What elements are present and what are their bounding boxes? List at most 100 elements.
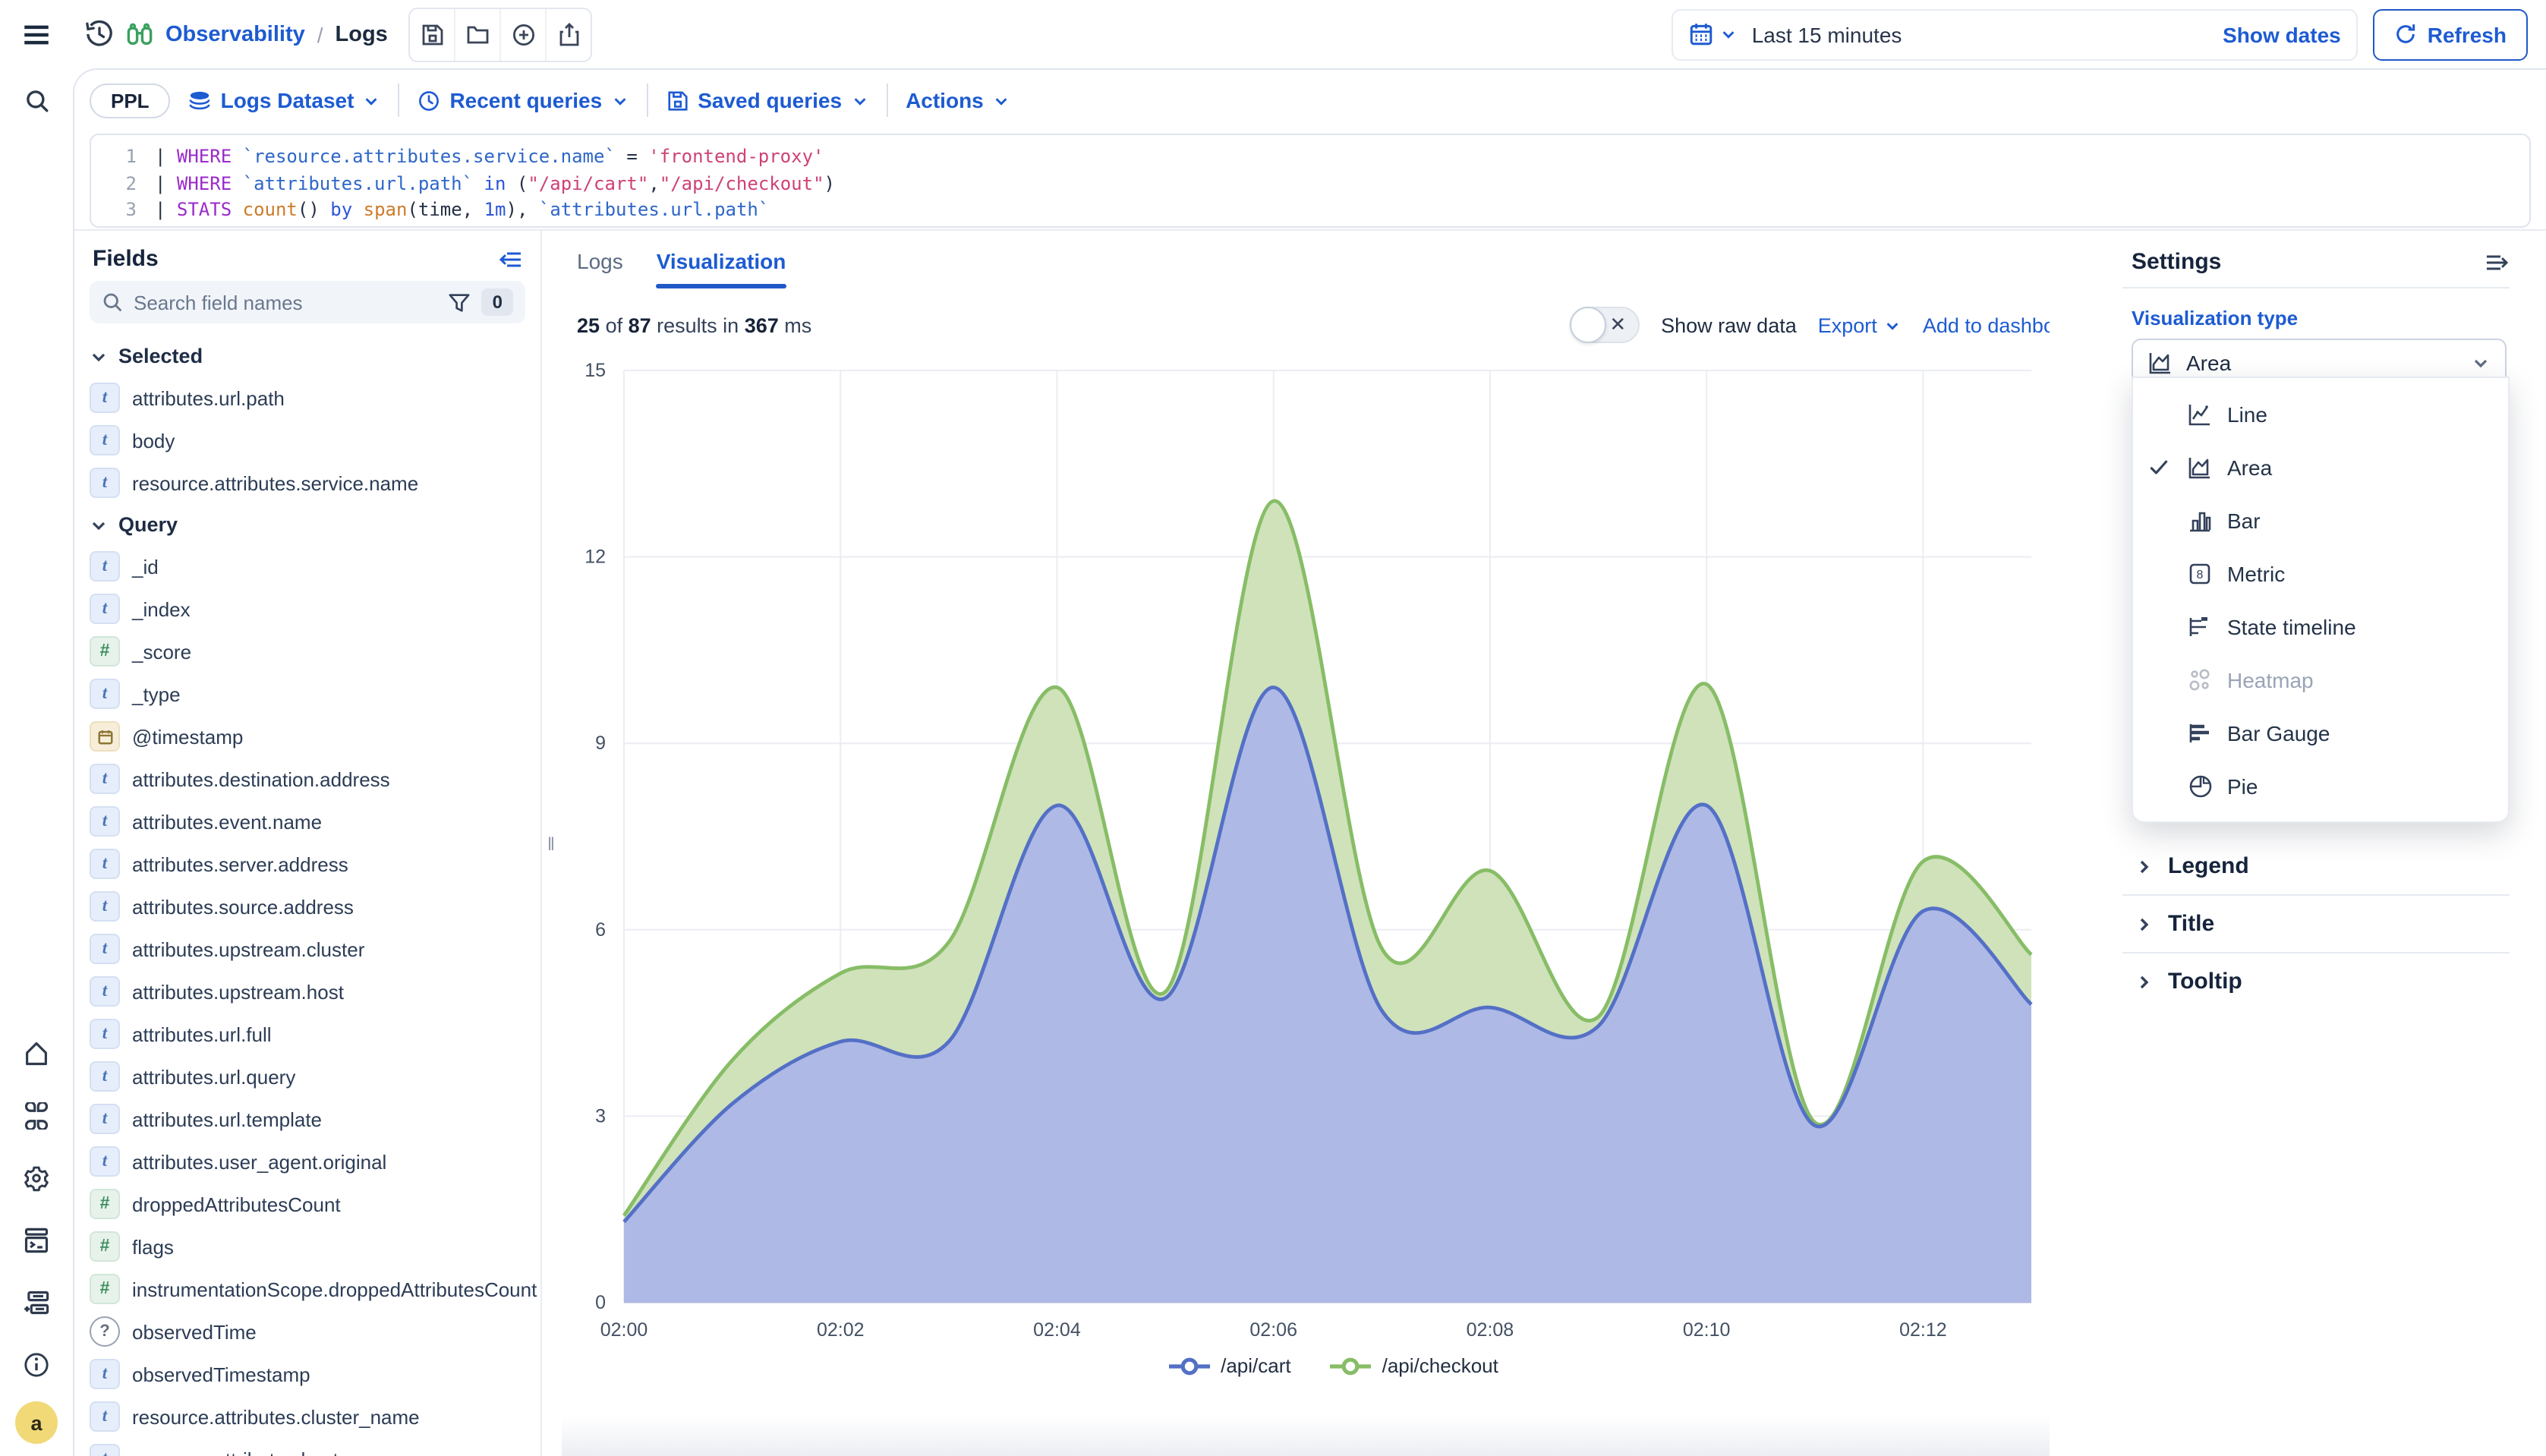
field-item[interactable]: #droppedAttributesCount [74, 1183, 540, 1225]
new-button[interactable] [502, 8, 547, 60]
field-name: resource.attributes.cluster_name [132, 1405, 420, 1428]
save-button[interactable] [411, 8, 456, 60]
field-item[interactable]: tattributes.upstream.cluster [74, 928, 540, 970]
field-item[interactable]: ?observedTime [74, 1310, 540, 1353]
actions-button[interactable]: Actions [906, 88, 1010, 112]
editor-line[interactable]: 2| WHERE `attributes.url.path` in ("/api… [91, 171, 2529, 197]
field-item[interactable]: #_score [74, 630, 540, 673]
check-icon [2148, 456, 2173, 477]
date-picker[interactable]: Last 15 minutes Show dates [1672, 8, 2358, 60]
collapse-settings-icon[interactable] [2485, 250, 2510, 274]
viz-type-option-metric[interactable]: 8Metric [2133, 547, 2508, 600]
string-field-icon: t [90, 849, 120, 879]
field-item[interactable]: tbody [74, 419, 540, 462]
line-number: 2 [91, 171, 155, 197]
field-search[interactable]: Search field names 0 [90, 281, 525, 323]
dev-tools-icon[interactable] [0, 1215, 73, 1266]
settings-section-legend[interactable]: Legend [2122, 838, 2546, 894]
global-search-button[interactable] [0, 74, 73, 126]
open-button[interactable] [456, 8, 502, 60]
gear-icon[interactable] [0, 1152, 73, 1204]
viz-type-option-pie[interactable]: Pie [2133, 759, 2508, 812]
info-icon[interactable] [0, 1339, 73, 1391]
legend-item[interactable]: /api/checkout [1331, 1354, 1498, 1377]
field-name: instrumentationScope.droppedAttributesCo… [132, 1278, 537, 1300]
field-item[interactable]: tresource.attributes.cluster_name [74, 1395, 540, 1438]
field-item[interactable]: tattributes.source.address [74, 885, 540, 928]
breadcrumb-section[interactable]: Observability [165, 22, 305, 46]
viz-type-option-bar[interactable]: Bar [2133, 493, 2508, 547]
editor-line[interactable]: 1| WHERE `resource.attributes.service.na… [91, 144, 2529, 171]
tab-logs[interactable]: Logs [577, 249, 623, 285]
field-item[interactable]: t_type [74, 673, 540, 715]
field-item[interactable]: tattributes.url.full [74, 1013, 540, 1055]
field-section-header[interactable]: Query [74, 504, 540, 545]
chevron-down-icon [1885, 317, 1902, 333]
svg-text:12: 12 [585, 547, 606, 568]
field-item[interactable]: tattributes.url.query [74, 1055, 540, 1098]
field-item[interactable]: tattributes.upstream.host [74, 970, 540, 1013]
history-icon[interactable] [85, 20, 114, 49]
menu-button[interactable] [0, 20, 73, 48]
number-field-icon: # [90, 1274, 120, 1304]
field-item[interactable]: # instrumentationScope.droppedAttributesC… [74, 1268, 540, 1310]
dataset-selector[interactable]: Logs Dataset [189, 88, 380, 112]
saved-queries-label: Saved queries [698, 88, 842, 112]
chevron-down-icon [1720, 26, 1737, 43]
chevron-down-icon [611, 92, 628, 109]
fields-resizer-handle[interactable]: ‖ [540, 231, 562, 1456]
show-raw-data-toggle[interactable]: ✕ [1570, 307, 1640, 343]
viz-type-option-line[interactable]: Line [2133, 387, 2508, 440]
editor-line[interactable]: 3| STATS count() by span(time, 1m), `att… [91, 197, 2529, 224]
field-item[interactable]: tattributes.url.template [74, 1098, 540, 1140]
field-item[interactable]: @timestamp [74, 715, 540, 758]
avatar[interactable]: a [15, 1401, 58, 1444]
field-item[interactable]: tattributes.event.name [74, 800, 540, 843]
field-item[interactable]: tresource.attributes.host.name [74, 1438, 540, 1456]
option-label: Bar Gauge [2227, 720, 2330, 745]
field-item[interactable]: #flags [74, 1225, 540, 1268]
line-chart-icon [2188, 402, 2212, 426]
field-search-placeholder: Search field names [134, 291, 438, 314]
add-data-icon[interactable] [0, 1277, 73, 1328]
settings-section-tooltip[interactable]: Tooltip [2122, 953, 2546, 1010]
field-item[interactable]: tresource.attributes.service.name [74, 462, 540, 504]
saved-queries-button[interactable]: Saved queries [666, 88, 868, 112]
filter-icon[interactable] [449, 291, 471, 314]
refresh-button[interactable]: Refresh [2373, 8, 2528, 60]
breadcrumb: Observability / Logs [85, 20, 388, 49]
area-chart[interactable]: 0369121502:0002:0202:0402:0602:0802:1002… [562, 358, 2106, 1348]
svg-text:02:10: 02:10 [1683, 1319, 1731, 1341]
field-item[interactable]: tattributes.user_agent.original [74, 1140, 540, 1183]
field-item[interactable]: tattributes.url.path [74, 377, 540, 419]
field-item[interactable]: tattributes.destination.address [74, 758, 540, 800]
time-range-value[interactable]: Last 15 minutes [1752, 22, 1902, 46]
settings-section-title[interactable]: Title [2122, 896, 2546, 952]
field-item[interactable]: t_id [74, 545, 540, 588]
recent-queries-button[interactable]: Recent queries [418, 88, 628, 112]
show-dates-button[interactable]: Show dates [2223, 22, 2341, 46]
legend-item[interactable]: /api/cart [1169, 1354, 1291, 1377]
field-name: attributes.url.full [132, 1023, 272, 1045]
apps-icon[interactable] [0, 1090, 73, 1142]
query-language-badge[interactable]: PPL [90, 83, 171, 118]
field-section-label: Query [118, 513, 178, 536]
section-label: Legend [2168, 853, 2249, 879]
export-button[interactable]: Export [1818, 314, 1902, 336]
viz-type-option-state-timeline[interactable]: State timeline [2133, 600, 2508, 653]
tab-visualization[interactable]: Visualization [657, 249, 786, 285]
viz-type-option-area[interactable]: Area [2133, 440, 2508, 493]
home-icon[interactable] [0, 1028, 73, 1079]
field-section-header[interactable]: Selected [74, 336, 540, 377]
share-button[interactable] [547, 8, 591, 60]
viz-type-option-bar-gauge[interactable]: Bar Gauge [2133, 706, 2508, 759]
field-name: attributes.destination.address [132, 767, 390, 790]
field-item[interactable]: tattributes.server.address [74, 843, 540, 885]
collapse-panel-icon[interactable] [498, 247, 522, 271]
field-name: observedTimestamp [132, 1363, 310, 1385]
left-rail: a [0, 68, 73, 1456]
query-toolbar: PPL Logs Dataset Recent queries [74, 70, 2546, 128]
field-item[interactable]: tobservedTimestamp [74, 1353, 540, 1395]
field-item[interactable]: t_index [74, 588, 540, 630]
query-editor[interactable]: 1| WHERE `resource.attributes.service.na… [90, 134, 2531, 228]
